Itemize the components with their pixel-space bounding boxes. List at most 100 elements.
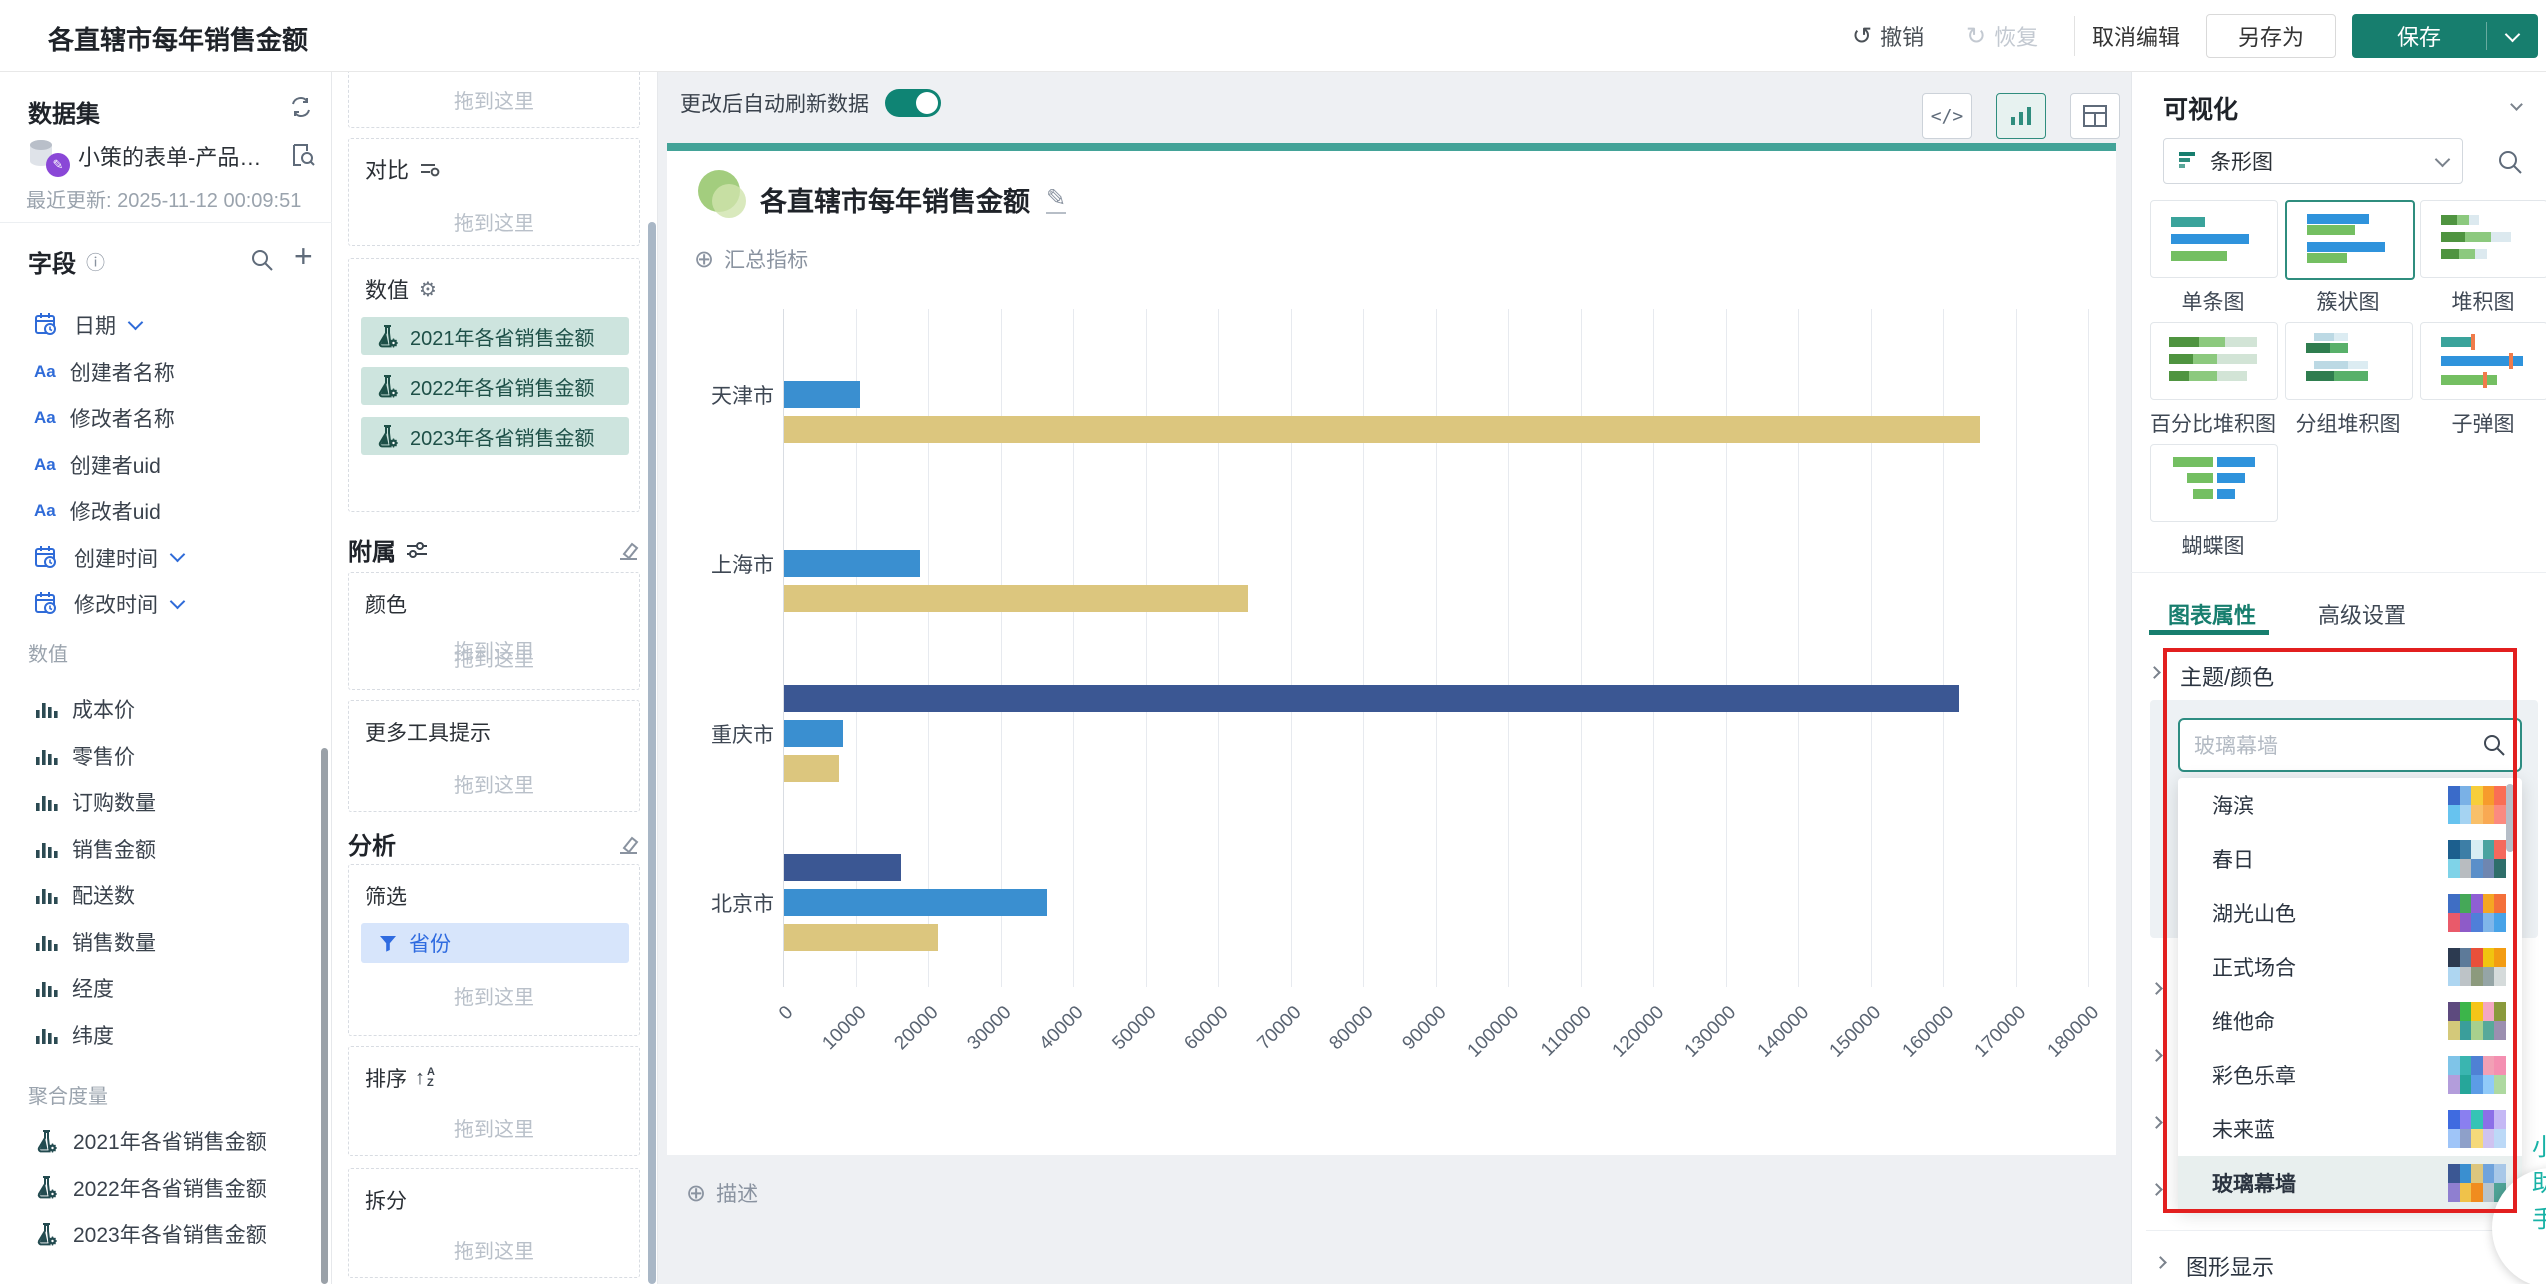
thumb-bar (2171, 251, 2227, 261)
field-item-aggregate[interactable]: 2021年各省销售金额 (34, 1118, 330, 1165)
field-item-measure[interactable]: 成本价 (34, 686, 324, 733)
chart-bar[interactable] (784, 854, 901, 881)
redo-button[interactable]: ↻ 恢复 (1966, 18, 2038, 54)
chevron-down-icon[interactable] (128, 314, 144, 330)
field-item-aggregate[interactable]: 2022年各省销售金额 (34, 1165, 330, 1212)
panel-divider (2146, 1230, 2536, 1231)
field-item-dimension[interactable]: Aa修改者名称 (34, 395, 324, 442)
dataset-preview-icon[interactable] (290, 142, 316, 168)
theme-option[interactable]: 维他命 (2178, 994, 2522, 1048)
thumb-bar (2307, 214, 2369, 224)
field-item-measure[interactable]: 销售金额 (34, 826, 324, 873)
eraser-icon[interactable] (616, 538, 640, 562)
field-item-dimension[interactable]: Aa创建者uid (34, 442, 324, 489)
chart-type-option[interactable] (2150, 322, 2278, 400)
field-item-measure[interactable]: 销售数量 (34, 919, 324, 966)
type-search-icon[interactable] (2496, 148, 2524, 176)
field-item-dimension[interactable]: 修改时间 (34, 581, 324, 628)
theme-option[interactable]: 湖光山色 (2178, 886, 2522, 940)
theme-option[interactable]: 春日 (2178, 832, 2522, 886)
thumb-bar (2306, 371, 2334, 381)
filter-shelf[interactable]: 筛选 省份 拖到这里 (348, 864, 640, 1036)
chart-type-option[interactable] (2420, 200, 2546, 278)
chart-type-option[interactable] (2420, 322, 2546, 400)
chart-bar[interactable] (784, 550, 920, 577)
thumb-bar (2217, 473, 2245, 483)
theme-option[interactable]: 玻璃幕墙 (2178, 1156, 2522, 1210)
field-search-icon[interactable] (250, 248, 274, 272)
save-as-button[interactable]: 另存为 (2206, 14, 2336, 58)
values-shelf[interactable]: 数值 ⚙ 2021年各省销售金额2022年各省销售金额2023年各省销售金额 拖… (348, 258, 640, 512)
field-label: 销售金额 (72, 834, 156, 864)
thumb-bar (2217, 371, 2247, 381)
field-item-dimension[interactable]: 创建时间 (34, 535, 324, 582)
chart-type-option[interactable] (2150, 444, 2278, 522)
field-item-measure[interactable]: 零售价 (34, 733, 324, 780)
chart-type-option[interactable] (2285, 200, 2415, 280)
edit-title-icon[interactable]: ✎ (1046, 186, 1066, 214)
field-item-dimension[interactable]: 日期 (34, 302, 324, 349)
add-field-icon[interactable]: + (294, 238, 313, 275)
thumb-bar (2475, 249, 2487, 259)
theme-option[interactable]: 海滨 (2178, 778, 2522, 832)
field-item-measure[interactable]: 纬度 (34, 1012, 324, 1059)
color-shelf[interactable]: 颜色 拖到这里 (348, 572, 640, 690)
field-item-measure[interactable]: 配送数 (34, 872, 324, 919)
tooltip-shelf[interactable]: 更多工具提示 拖到这里 (348, 700, 640, 812)
shelf-scrollbar[interactable] (648, 222, 656, 1284)
gear-icon[interactable]: ⚙ (419, 277, 437, 302)
description-button[interactable]: ⊕ 描述 (686, 1178, 758, 1208)
save-button[interactable]: 保存 (2352, 14, 2486, 58)
chart-bar[interactable] (784, 685, 1959, 712)
value-pill[interactable]: 2023年各省销售金额 (361, 417, 629, 455)
view-code-button[interactable]: </> (1922, 93, 1972, 139)
chart-bar[interactable] (784, 924, 938, 951)
save-dropdown-button[interactable] (2487, 14, 2538, 58)
split-shelf[interactable]: 拆分 拖到这里 (348, 1168, 640, 1278)
tab-advanced-settings[interactable]: 高级设置 (2318, 598, 2406, 630)
eraser-icon[interactable] (616, 832, 640, 856)
view-table-button[interactable] (2070, 93, 2120, 139)
chevron-down-icon (2435, 151, 2451, 167)
theme-list-scrollbar[interactable] (2506, 784, 2514, 852)
bar-measure-icon (34, 1024, 58, 1046)
chart-type-option[interactable] (2285, 322, 2413, 400)
dataset-item[interactable]: ✎ 小策的表单-产品练习... (26, 134, 306, 178)
bar-measure-icon (34, 745, 58, 767)
theme-option[interactable]: 正式场合 (2178, 940, 2522, 994)
chevron-down-icon[interactable] (170, 593, 186, 609)
view-chart-button[interactable] (1996, 93, 2046, 139)
chevron-down-icon[interactable] (170, 547, 186, 563)
field-item-measure[interactable]: 订购数量 (34, 779, 324, 826)
chart-bar[interactable] (784, 755, 839, 782)
value-pill[interactable]: 2022年各省销售金额 (361, 367, 629, 405)
cancel-edit-button[interactable]: 取消编辑 (2092, 18, 2180, 54)
tab-chart-properties[interactable]: 图表属性 (2168, 598, 2256, 630)
chart-bar[interactable] (784, 585, 1248, 612)
auto-refresh-toggle[interactable] (885, 89, 941, 117)
field-item-dimension[interactable]: Aa创建者名称 (34, 349, 324, 396)
value-pill[interactable]: 2021年各省销售金额 (361, 317, 629, 355)
theme-name: 湖光山色 (2212, 898, 2296, 928)
undo-button[interactable]: ↺ 撤销 (1852, 18, 1924, 54)
theme-option[interactable]: 彩色乐章 (2178, 1048, 2522, 1102)
chart-type-selector[interactable]: 条形图 (2163, 138, 2463, 184)
theme-option[interactable]: 未来蓝 (2178, 1102, 2522, 1156)
thumb-bar (2217, 354, 2257, 364)
field-item-dimension[interactable]: Aa修改者uid (34, 488, 324, 535)
field-item-measure[interactable]: 经度 (34, 965, 324, 1012)
summary-metric-button[interactable]: ⊕ 汇总指标 (694, 244, 808, 274)
field-item-aggregate[interactable]: 2023年各省销售金额 (34, 1211, 330, 1258)
theme-search-input[interactable]: 玻璃幕墙 (2178, 718, 2522, 772)
thumb-bar (2441, 337, 2475, 347)
chart-bar[interactable] (784, 889, 1047, 916)
sort-shelf[interactable]: 排序 ↑ AZ 拖到这里 (348, 1046, 640, 1156)
compare-shelf[interactable]: 对比 拖到这里 (348, 138, 640, 246)
chart-bar[interactable] (784, 416, 1980, 443)
sidebar-scrollbar[interactable] (321, 748, 328, 1284)
chart-bar[interactable] (784, 381, 860, 408)
filter-pill[interactable]: 省份 (361, 923, 629, 963)
chart-type-option[interactable] (2150, 200, 2278, 278)
dataset-refresh-icon[interactable] (288, 94, 314, 120)
chart-bar[interactable] (784, 720, 843, 747)
